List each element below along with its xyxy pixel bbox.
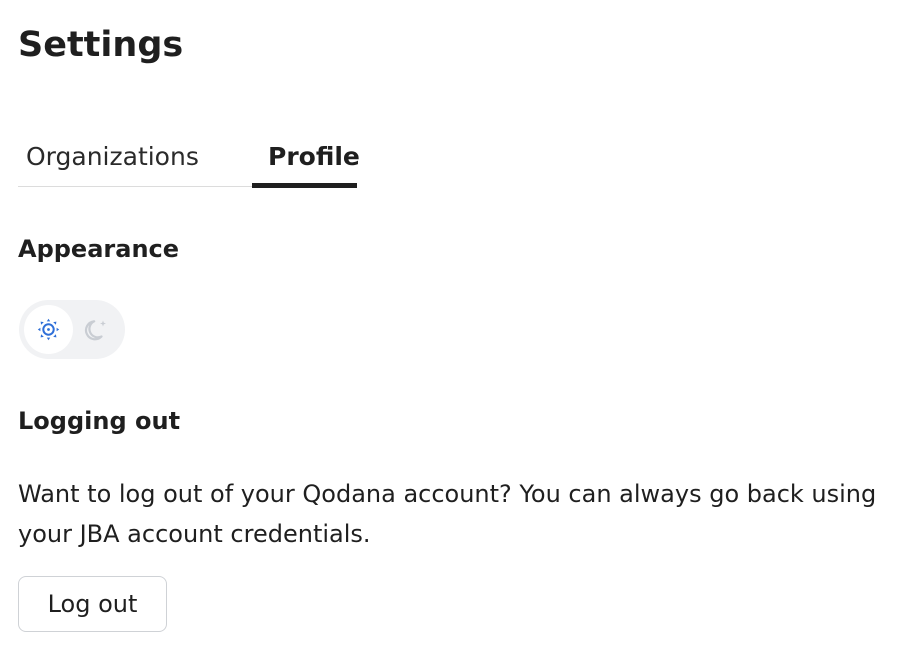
- active-tab-indicator: [252, 183, 357, 188]
- page-title: Settings: [18, 25, 184, 65]
- settings-tabs: Organizations Profile: [18, 136, 360, 188]
- settings-page: Settings Organizations Profile Appearanc…: [0, 0, 920, 660]
- logging-out-heading: Logging out: [18, 407, 181, 435]
- sun-icon: [36, 317, 61, 342]
- light-theme-button[interactable]: [24, 305, 73, 354]
- appearance-heading: Appearance: [18, 235, 180, 263]
- tab-profile[interactable]: Profile: [260, 136, 368, 188]
- moon-icon: [84, 317, 110, 343]
- tab-organizations[interactable]: Organizations: [26, 136, 199, 188]
- dark-theme-button[interactable]: [72, 305, 121, 354]
- theme-toggle: [19, 300, 125, 359]
- log-out-button[interactable]: Log out: [18, 576, 167, 632]
- logout-description: Want to log out of your Qodana account? …: [18, 480, 877, 548]
